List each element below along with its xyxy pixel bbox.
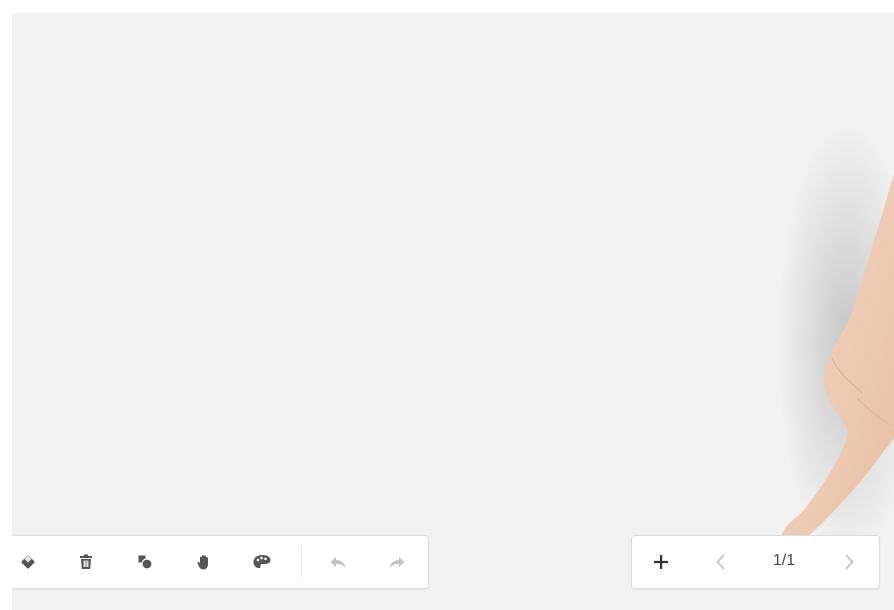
page-navigator: 1/1: [631, 535, 880, 589]
palette-icon[interactable]: [248, 549, 276, 575]
plus-icon[interactable]: [647, 549, 675, 575]
undo-icon[interactable]: [324, 549, 352, 575]
eraser-icon[interactable]: [14, 549, 42, 575]
toolbar-divider: [301, 545, 302, 579]
trash-icon[interactable]: [72, 549, 100, 575]
page-indicator: 1/1: [772, 552, 796, 569]
chevron-right-icon[interactable]: [835, 549, 863, 575]
shapes-icon[interactable]: [131, 549, 159, 575]
whiteboard-canvas[interactable]: 1/1: [12, 13, 894, 610]
hand-icon[interactable]: [190, 549, 218, 575]
pointing-hand-illustration: [777, 123, 894, 563]
drawing-toolbar: [12, 535, 429, 589]
redo-icon[interactable]: [383, 549, 411, 575]
chevron-left-icon[interactable]: [707, 549, 735, 575]
